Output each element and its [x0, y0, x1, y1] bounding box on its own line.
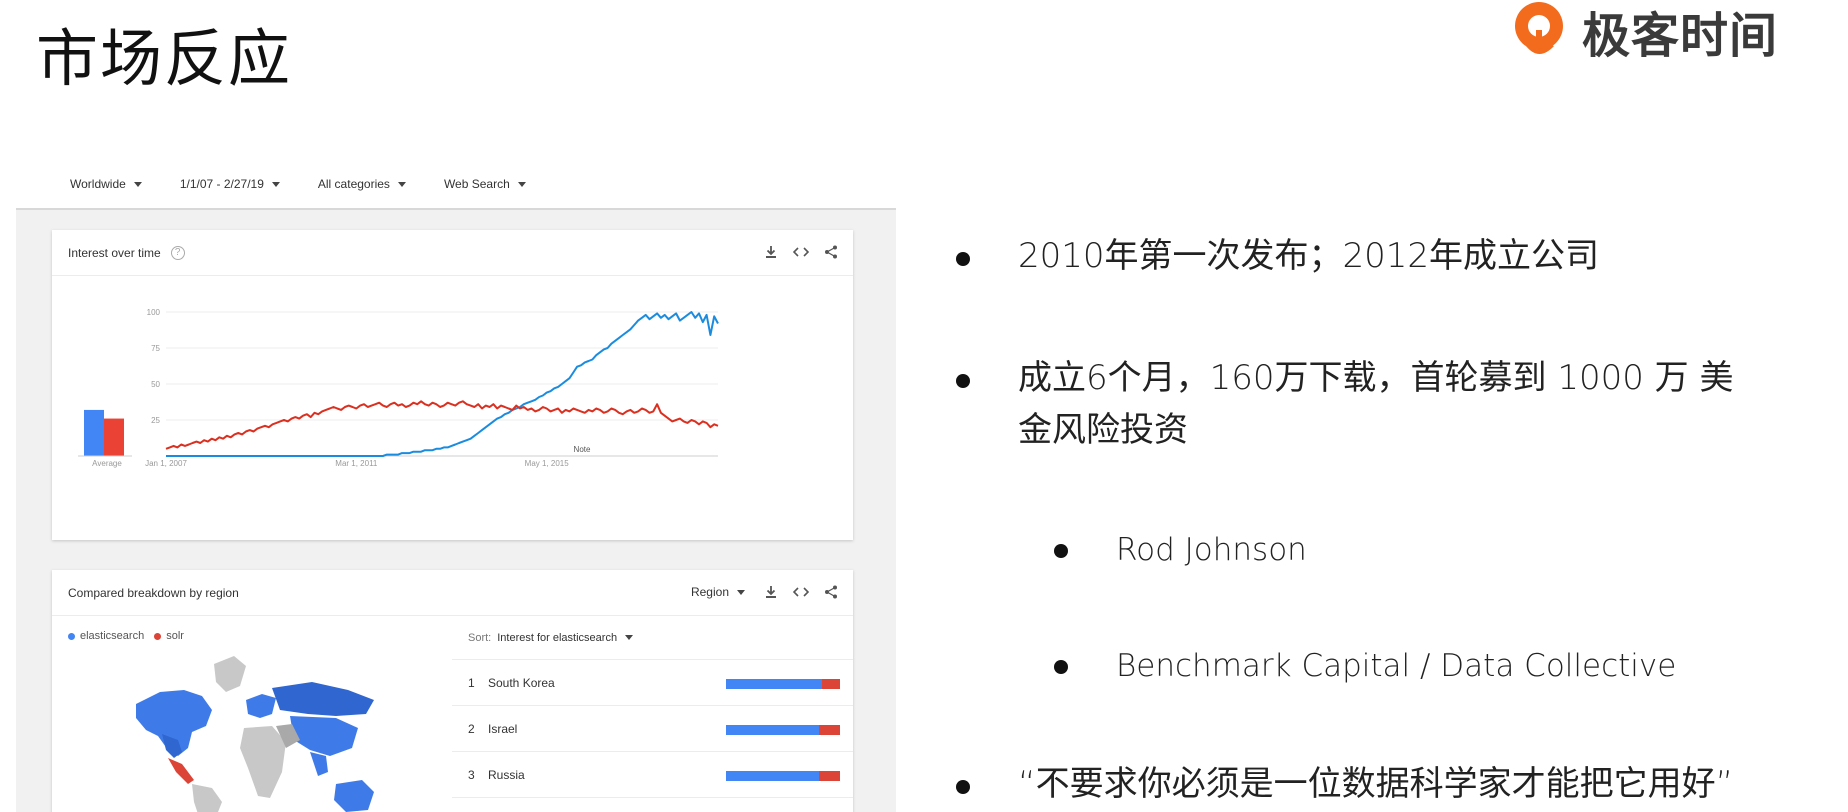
table-row[interactable]: 4 — [452, 798, 853, 812]
filter-location[interactable]: Worldwide — [70, 177, 142, 191]
y-tick-label: 50 — [151, 380, 160, 389]
bullet-dot-icon — [1054, 660, 1068, 674]
filter-bar: Worldwide 1/1/07 - 2/27/19 All categorie… — [16, 160, 896, 210]
filter-category[interactable]: All categories — [318, 177, 406, 191]
world-map[interactable] — [122, 652, 382, 812]
interest-bar — [726, 771, 840, 781]
x-tick-label: Mar 1, 2011 — [335, 459, 378, 468]
card-title: Interest over time — [68, 245, 161, 260]
filter-date-range[interactable]: 1/1/07 - 2/27/19 — [180, 177, 280, 191]
bullet-dot-icon — [1054, 544, 1068, 558]
note-label: Note — [574, 445, 591, 454]
table-row[interactable]: 3 Russia — [452, 752, 853, 798]
average-bar-elasticsearch — [84, 409, 104, 456]
interest-over-time-card: Interest over time ? 100 75 50 25 Jan 1, 200… — [52, 230, 853, 540]
google-trends-panel: Worldwide 1/1/07 - 2/27/19 All categorie… — [16, 160, 896, 812]
y-tick-label: 100 — [147, 308, 161, 317]
share-icon[interactable] — [823, 584, 839, 600]
caret-down-icon — [397, 181, 406, 187]
table-row[interactable]: 2 Israel — [452, 706, 853, 752]
region-select[interactable]: Region — [691, 585, 745, 599]
filter-search-type[interactable]: Web Search — [444, 177, 526, 191]
card-title: Compared breakdown by region — [68, 585, 239, 600]
y-tick-label: 75 — [151, 344, 160, 353]
card-header: Interest over time ? — [52, 230, 853, 276]
bullet-dot-icon — [956, 374, 970, 388]
download-icon[interactable] — [763, 584, 779, 600]
legend-item-solr: solr — [154, 630, 184, 642]
caret-down-icon — [737, 589, 745, 595]
chart-legend: elasticsearch solr — [68, 630, 184, 642]
bullet-list: 2010年第一次发布；2012年成立公司 成立6个月，160万下载，首轮募到 1… — [950, 0, 1848, 812]
interest-bar — [726, 679, 840, 689]
bullet-dot-icon — [956, 252, 970, 266]
interest-bar — [726, 725, 840, 735]
interest-line-chart: 100 75 50 25 Jan 1, 2007 Mar 1, 2011 May 1, 20… — [78, 308, 719, 468]
caret-down-icon — [133, 181, 142, 187]
share-icon[interactable] — [823, 244, 839, 260]
embed-icon[interactable] — [793, 244, 809, 260]
embed-icon[interactable] — [793, 584, 809, 600]
y-tick-label: 25 — [151, 416, 160, 425]
caret-down-icon — [625, 635, 634, 640]
series-line-solr — [165, 400, 719, 450]
bullet-dot-icon — [956, 780, 970, 794]
x-tick-label: Jan 1, 2007 — [145, 459, 187, 468]
download-icon[interactable] — [763, 244, 779, 260]
average-bar-solr — [104, 418, 124, 456]
caret-down-icon — [271, 181, 280, 187]
average-label: Average — [92, 459, 122, 468]
slide-title: 市场反应 — [36, 22, 293, 95]
card-header: Compared breakdown by region Region — [52, 570, 853, 616]
table-row[interactable]: 1 South Korea — [452, 660, 853, 706]
help-icon[interactable]: ? — [170, 245, 185, 260]
region-breakdown-card: Compared breakdown by region Region elas… — [52, 570, 853, 812]
caret-down-icon — [517, 181, 526, 187]
sort-control[interactable]: Sort: Interest for elasticsearch — [452, 616, 853, 660]
legend-item-elasticsearch: elasticsearch — [68, 630, 144, 642]
x-tick-label: May 1, 2015 — [525, 459, 570, 468]
